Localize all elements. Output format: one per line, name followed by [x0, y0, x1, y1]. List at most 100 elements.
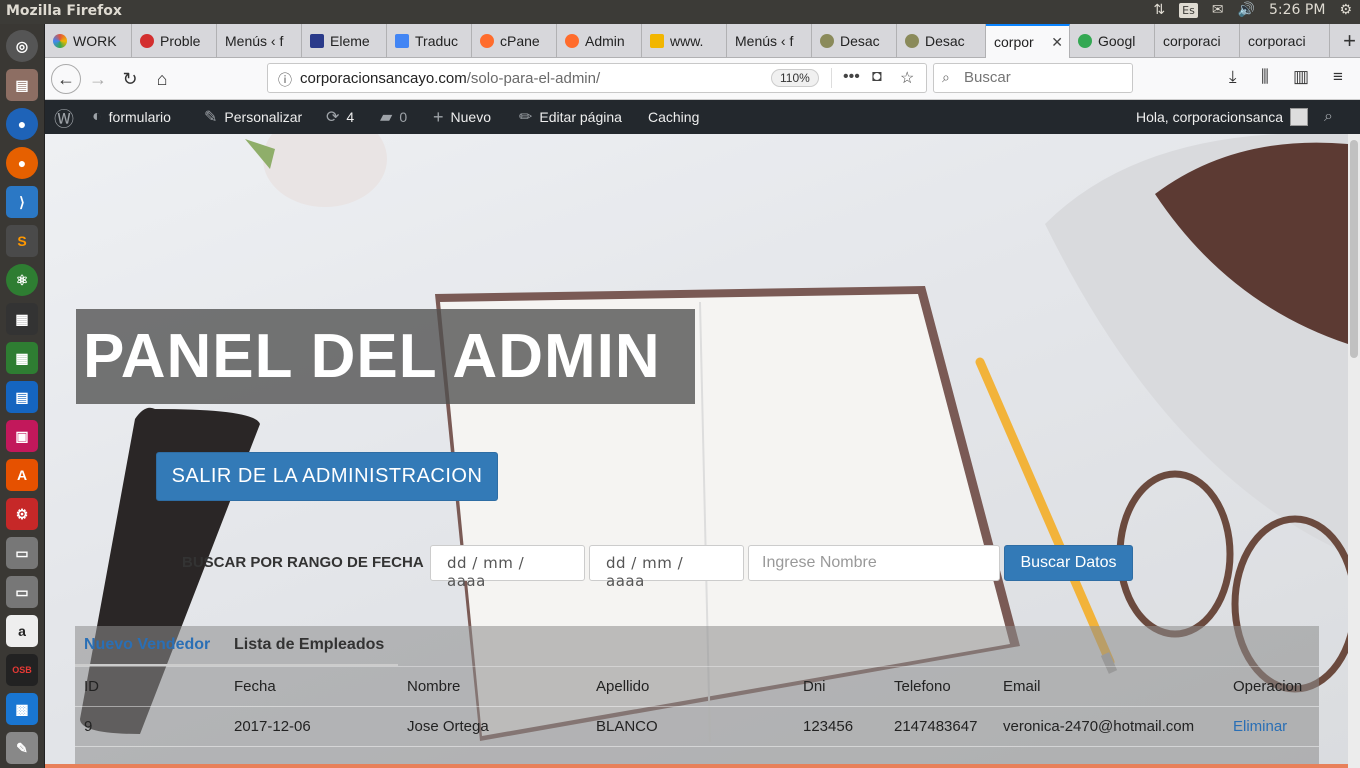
tab-label: Menús ‹ f — [735, 33, 794, 49]
search-icon: ⌕ — [1324, 108, 1333, 125]
search-input[interactable] — [964, 69, 1124, 86]
tab-7[interactable]: www. — [642, 24, 727, 58]
tab-new-seller[interactable]: Nuevo Vendedor — [84, 636, 210, 654]
volume-icon[interactable]: 🔊 — [1238, 2, 1255, 18]
col-header-id: ID — [84, 678, 99, 695]
tab-label: corporaci — [1163, 33, 1221, 49]
tab-label: Eleme — [330, 33, 370, 49]
browser-navigation-bar: ← → ↻ ⌂ ⓘ corporacionsancayo.com/solo-pa… — [45, 58, 1360, 100]
tab-2[interactable]: Menús ‹ f — [217, 24, 302, 58]
firefox-icon[interactable]: ● — [6, 147, 38, 179]
video-editor-icon[interactable]: ▦ — [6, 303, 38, 335]
software-center-icon[interactable]: A — [6, 459, 38, 491]
col-header-operacion: Operacion — [1233, 678, 1303, 695]
customize-label: Personalizar — [224, 109, 303, 125]
tab-9[interactable]: Desac — [812, 24, 897, 58]
settings-gear-icon[interactable]: ⚙ — [1339, 2, 1352, 18]
writer-icon[interactable]: ▤ — [6, 381, 38, 413]
url-bar-divider — [831, 68, 832, 88]
vscode-icon[interactable]: ⟩ — [6, 186, 38, 218]
pocket-icon[interactable]: ◘ — [872, 68, 882, 86]
system-settings-icon[interactable]: ⚙ — [6, 498, 38, 530]
date-from-field[interactable]: dd / mm / aaaa — [430, 545, 585, 590]
bookmark-star-icon[interactable]: ☆ — [900, 68, 914, 88]
dash-icon[interactable]: ◎ — [6, 30, 38, 62]
network-icon[interactable]: ⇅ — [1153, 2, 1165, 18]
tab-label: Desac — [840, 33, 880, 49]
impress-icon[interactable]: ▣ — [6, 420, 38, 452]
name-search-input[interactable] — [748, 545, 1000, 581]
table-cell-dni: 123456 — [803, 718, 854, 735]
downloads-icon[interactable]: ⤓ — [1229, 67, 1237, 87]
wp-logo-menu[interactable]: Ⓦ — [54, 100, 74, 134]
site-info-icon[interactable]: ⓘ — [278, 70, 292, 90]
scrollbar-thumb[interactable] — [1350, 140, 1358, 358]
site-favicon-icon — [820, 34, 834, 48]
zoom-level-badge[interactable]: 110% — [771, 69, 819, 87]
search-icon: ⌕ — [942, 69, 950, 85]
spreadsheet-icon[interactable]: ▦ — [6, 342, 38, 374]
sublime-text-icon[interactable]: S — [6, 225, 38, 257]
forward-arrow-icon[interactable]: → — [85, 66, 111, 92]
image-viewer-icon[interactable]: ▩ — [6, 693, 38, 725]
search-data-button[interactable]: Buscar Datos — [1004, 545, 1133, 581]
library-icon[interactable]: ⫼ — [1261, 67, 1269, 87]
tab-8[interactable]: Menús ‹ f — [727, 24, 812, 58]
obs-icon[interactable]: OSB — [6, 654, 38, 686]
search-bar[interactable]: ⌕ — [933, 63, 1133, 93]
mail-icon[interactable]: ✉ — [1212, 2, 1224, 18]
wp-my-account[interactable]: Hola, corporacionsanca — [1136, 100, 1309, 134]
tab-10[interactable]: Desac — [897, 24, 986, 58]
wp-site-name[interactable]: ◐ formulario — [92, 100, 171, 134]
tab-13[interactable]: corporaci — [1155, 24, 1240, 58]
keyboard-layout-indicator[interactable]: Es — [1179, 2, 1198, 18]
date-to-field[interactable]: dd / mm / aaaa — [589, 545, 744, 590]
wp-new-content[interactable]: + Nuevo — [433, 100, 491, 134]
drive-icon[interactable]: ▭ — [6, 537, 38, 569]
clock[interactable]: 5:26 PM — [1269, 2, 1325, 18]
wp-caching[interactable]: Caching — [648, 100, 699, 134]
wp-search[interactable]: ⌕ — [1324, 100, 1333, 134]
tab-active[interactable]: corpor ✕ — [986, 24, 1070, 58]
col-header-telefono: Telefono — [894, 678, 951, 695]
unity-launcher: ◎ ▤ ● ● ⟩ S ⚛ ▦ ▦ ▤ ▣ A ⚙ ▭ ▭ a OSB ▩ ✎ — [0, 24, 45, 768]
home-icon[interactable]: ⌂ — [149, 66, 175, 92]
files-icon[interactable]: ▤ — [6, 69, 38, 101]
wp-customize[interactable]: ✎ Personalizar — [204, 100, 302, 134]
tab-3[interactable]: Eleme — [302, 24, 387, 58]
page-actions-menu-icon[interactable]: ••• — [843, 68, 860, 86]
tab-12[interactable]: Googl — [1070, 24, 1155, 58]
tab-4[interactable]: Traduc — [387, 24, 472, 58]
tab-6[interactable]: Admin — [557, 24, 642, 58]
tab-5[interactable]: cPane — [472, 24, 557, 58]
tab-14[interactable]: corporaci — [1240, 24, 1330, 58]
thunderbird-icon[interactable]: ● — [6, 108, 38, 140]
col-header-apellido: Apellido — [596, 678, 650, 695]
url-bar[interactable]: ⓘ corporacionsancayo.com/solo-para-el-ad… — [267, 63, 927, 93]
wp-edit-page[interactable]: ✏ Editar página — [519, 100, 622, 134]
tab-0[interactable]: WORK — [45, 24, 132, 58]
amazon-icon[interactable]: a — [6, 615, 38, 647]
new-tab-plus-icon[interactable]: + — [1343, 28, 1356, 54]
tab-1[interactable]: Proble — [132, 24, 217, 58]
url-text[interactable]: corporacionsancayo.com/solo-para-el-admi… — [300, 70, 600, 87]
wp-comments[interactable]: ▰ 0 — [380, 100, 407, 134]
table-cell-nombre: Jose Ortega — [407, 718, 489, 735]
table-cell-apellido: BLANCO — [596, 718, 658, 735]
col-header-nombre: Nombre — [407, 678, 461, 695]
close-tab-icon[interactable]: ✕ — [1051, 34, 1063, 51]
back-arrow-icon[interactable]: ← — [51, 64, 81, 94]
text-editor-icon[interactable]: ✎ — [6, 732, 38, 764]
footer-accent-line — [45, 764, 1348, 768]
page-scrollbar[interactable] — [1348, 134, 1360, 768]
table-header-divider — [75, 666, 1319, 667]
drive-icon-2[interactable]: ▭ — [6, 576, 38, 608]
logout-admin-button[interactable]: SALIR DE LA ADMINISTRACION — [156, 452, 498, 501]
wp-updates[interactable]: ⟳ 4 — [326, 100, 354, 134]
tab-employee-list[interactable]: Lista de Empleados — [234, 636, 384, 654]
sidebar-icon[interactable]: ▥ — [1293, 67, 1309, 87]
delete-row-link[interactable]: Eliminar — [1233, 718, 1287, 735]
hamburger-menu-icon[interactable]: ≡ — [1333, 67, 1343, 87]
reload-icon[interactable]: ↻ — [117, 66, 143, 92]
atom-icon[interactable]: ⚛ — [6, 264, 38, 296]
